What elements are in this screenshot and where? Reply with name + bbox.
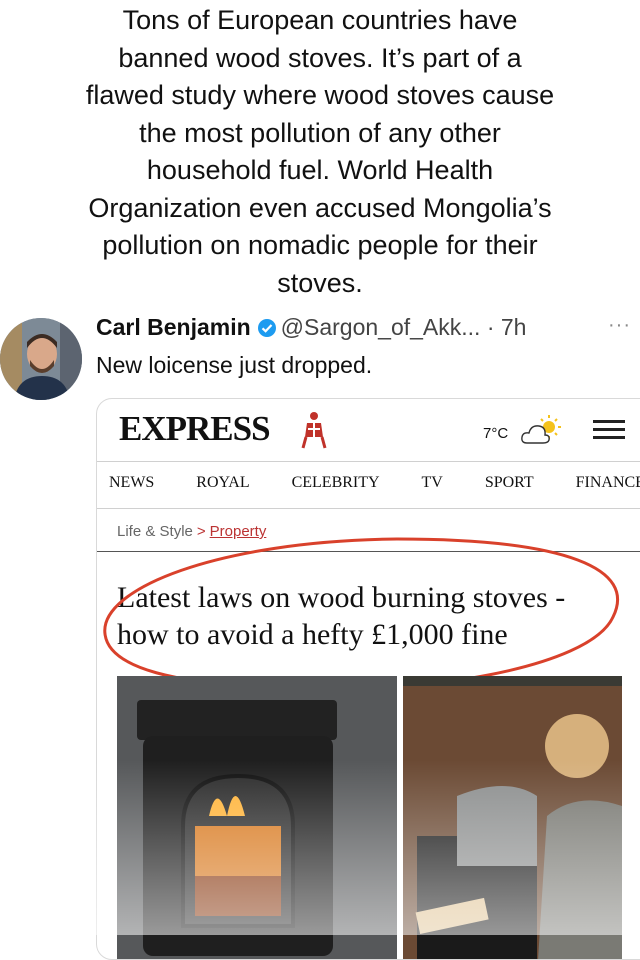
caption-line: Tons of European countries have xyxy=(122,5,518,35)
caption-line: pollution on nomadic people for their xyxy=(102,230,538,260)
nav-divider xyxy=(97,461,640,462)
nav-item-news[interactable]: NEWS xyxy=(109,474,154,492)
author-name[interactable]: Carl Benjamin xyxy=(96,314,251,340)
hamburger-menu-icon[interactable] xyxy=(593,415,625,443)
caption-line: banned wood stoves. It’s part of a xyxy=(118,42,522,73)
avatar-portrait xyxy=(0,318,82,400)
section-nav: NEWS ROYAL CELEBRITY TV SPORT FINANCE xyxy=(97,474,640,492)
nav-item-sport[interactable]: SPORT xyxy=(485,474,534,492)
caption-line: flawed study where wood stoves cause xyxy=(85,80,555,110)
caption-line: Organization even accused Mongolia’s xyxy=(88,192,552,223)
avatar[interactable] xyxy=(0,318,82,400)
article-screenshot[interactable]: EXPRESS 7°C NEWS ROYAL CELEBRITY TV SPOR… xyxy=(96,398,640,960)
verified-badge-icon xyxy=(257,317,277,344)
nav-item-celebrity[interactable]: CELEBRITY xyxy=(292,474,380,492)
more-options-icon[interactable]: ··· xyxy=(608,314,631,337)
weather-cloud-sun-icon xyxy=(519,413,563,454)
caption-line: household fuel. World Health xyxy=(146,155,494,185)
temperature-label: 7°C xyxy=(483,425,509,442)
nav-item-tv[interactable]: TV xyxy=(422,474,443,492)
nav-item-royal[interactable]: ROYAL xyxy=(196,474,249,492)
author-handle[interactable]: @Sargon_of_Akk... xyxy=(281,314,481,340)
meme-caption: Tons of European countries have banned w… xyxy=(20,2,620,302)
tweet-time[interactable]: · 7h xyxy=(487,314,527,340)
express-logo: EXPRESS xyxy=(119,409,271,448)
nav-divider xyxy=(97,508,640,509)
wood-stove-photo xyxy=(117,676,627,959)
article-image xyxy=(117,676,627,959)
red-circle-annotation xyxy=(103,537,620,692)
crusader-logo-icon xyxy=(297,409,331,454)
caption-line: stoves. xyxy=(277,267,363,298)
tweet-text: New loicense just dropped. xyxy=(96,352,373,378)
caption-line: the most pollution of any other xyxy=(139,117,501,148)
nav-item-finance[interactable]: FINANCE xyxy=(576,474,640,492)
tweet-header: Carl Benjamin @Sargon_of_Akk... · 7h xyxy=(96,314,526,344)
